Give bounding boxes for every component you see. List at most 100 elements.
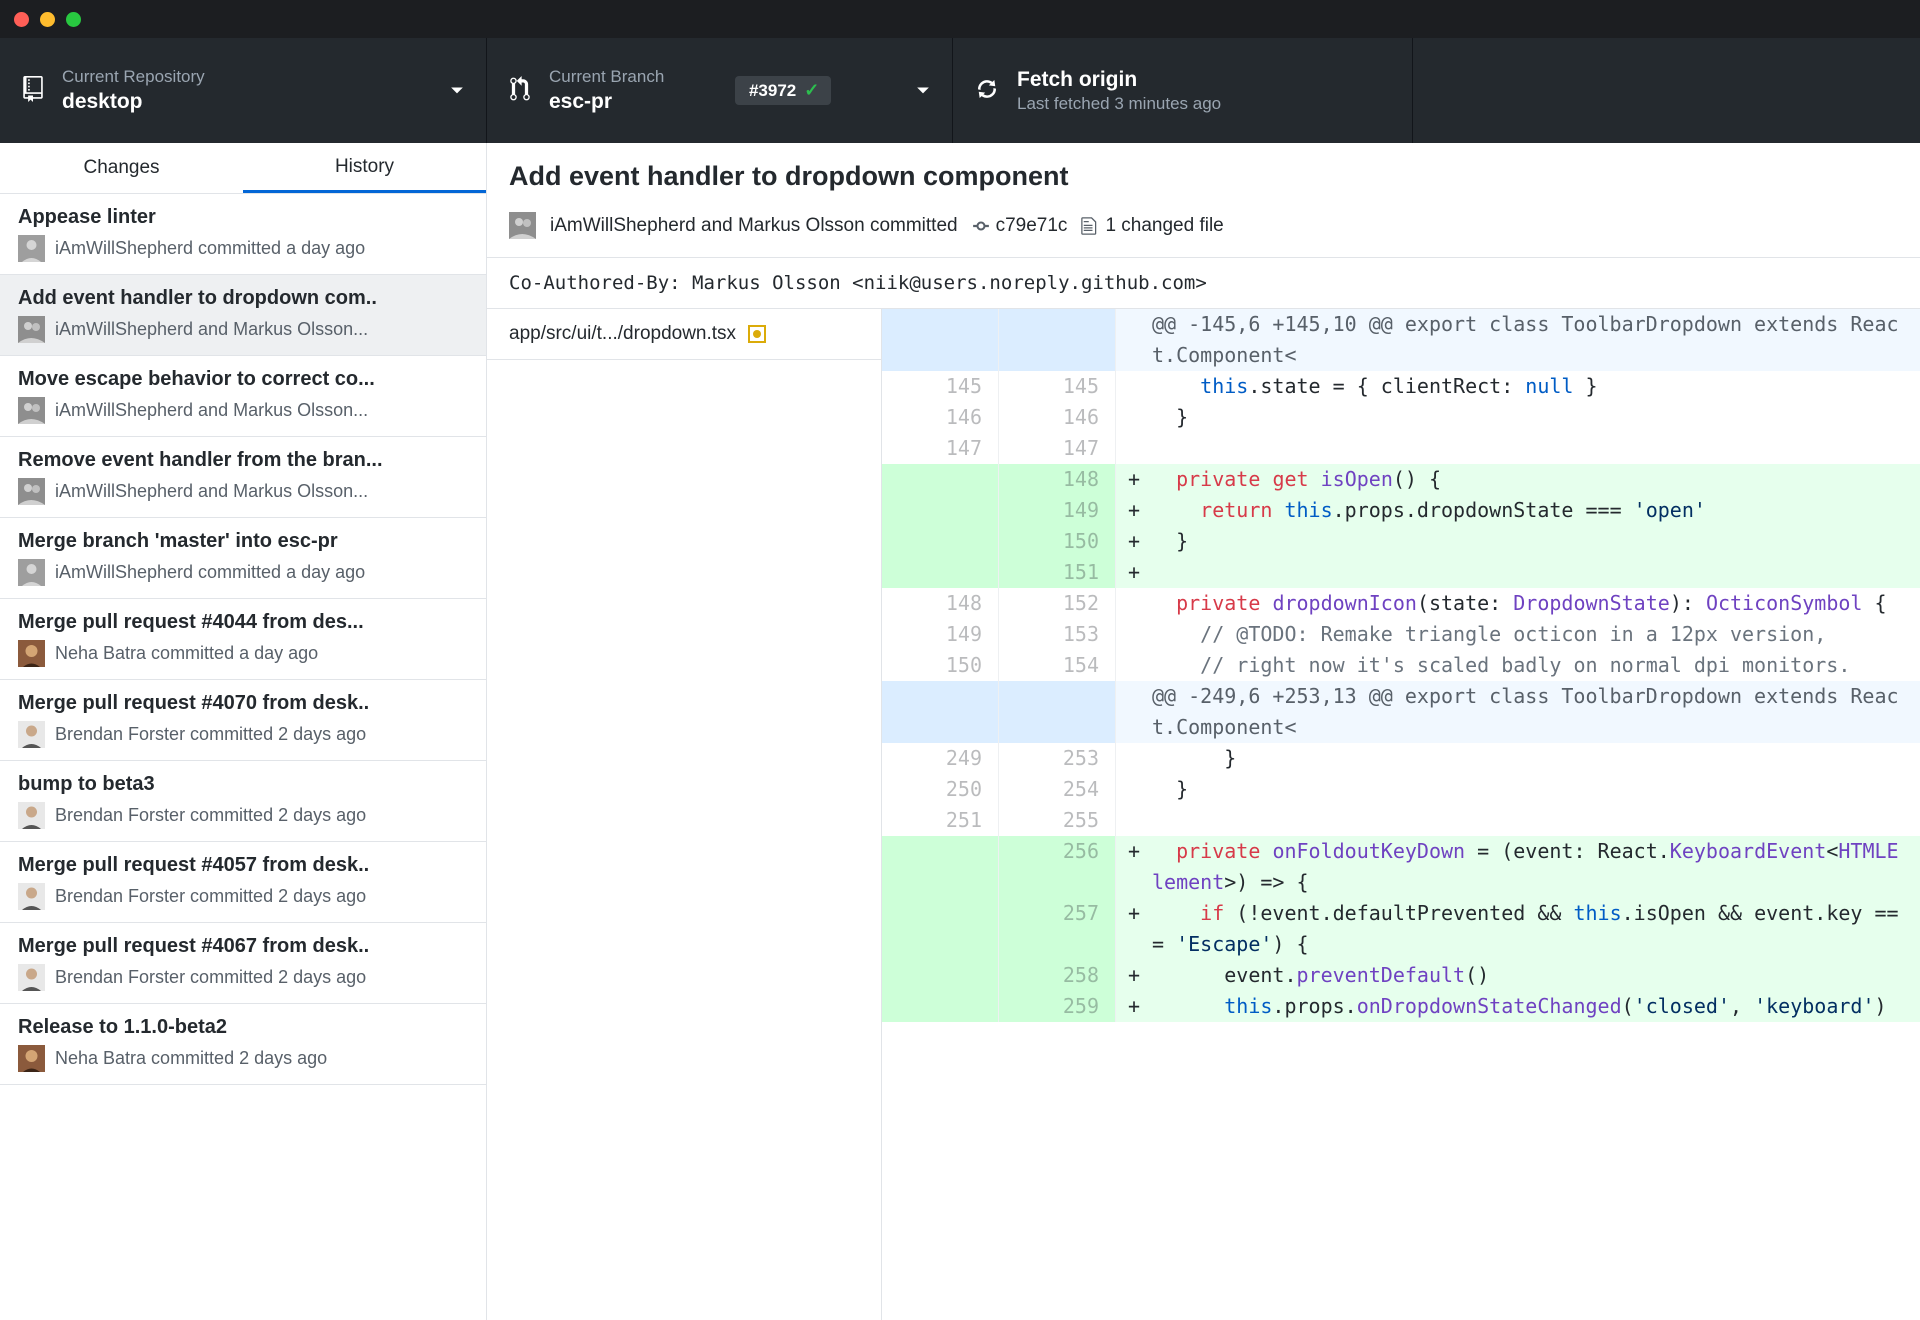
tab-history[interactable]: History (243, 143, 486, 193)
diff-sign (1116, 805, 1152, 836)
commit-item-title: Merge pull request #4067 from desk.. (18, 935, 468, 958)
commit-detail: Add event handler to dropdown component … (487, 143, 1920, 1320)
files-changed[interactable]: 1 changed file (1081, 215, 1223, 237)
repository-switcher[interactable]: Current Repository desktop (0, 38, 487, 143)
avatar (18, 640, 45, 667)
new-line-number: 149 (999, 495, 1116, 526)
diff-sign: + (1116, 991, 1152, 1022)
diff-code: // right now it's scaled badly on normal… (1152, 650, 1920, 681)
branch-switcher[interactable]: Current Branch esc-pr #3972 ✓ (487, 38, 953, 143)
diff-view[interactable]: @@ -145,6 +145,10 @@ export class Toolba… (882, 309, 1920, 1320)
diff-line: 149153 // @TODO: Remake triangle octicon… (882, 619, 1920, 650)
diff-sign: + (1116, 960, 1152, 991)
commit-item[interactable]: bump to beta3Brendan Forster committed 2… (0, 761, 486, 842)
commit-item-author: iAmWillShepherd committed a day ago (55, 238, 365, 259)
git-pull-request-icon (509, 76, 531, 105)
commit-item[interactable]: Add event handler to dropdown com..iAmWi… (0, 275, 486, 356)
commit-item[interactable]: Merge pull request #4070 from desk.. Bren… (0, 680, 486, 761)
diff-sign (1116, 743, 1152, 774)
diff-sign (1116, 588, 1152, 619)
diff-line: 151+ (882, 557, 1920, 588)
new-line-number: 150 (999, 526, 1116, 557)
fetch-subtitle: Last fetched 3 minutes ago (1017, 93, 1221, 115)
commit-item[interactable]: Merge pull request #4067 from desk.. Bren… (0, 923, 486, 1004)
toolbar: Current Repository desktop Current Branc… (0, 38, 1920, 143)
new-line-number: 153 (999, 619, 1116, 650)
diff-sign (1116, 650, 1152, 681)
commit-item-author: Neha Batra committed a day ago (55, 643, 318, 664)
old-line-number: 146 (882, 402, 999, 433)
diff-code: private onFoldoutKeyDown = (event: React… (1152, 836, 1920, 898)
diff-line: 148+ private get isOpen() { (882, 464, 1920, 495)
minimize-window-button[interactable] (40, 12, 55, 27)
old-line-number (882, 836, 999, 898)
old-line-number (882, 960, 999, 991)
chevron-down-icon (450, 83, 464, 99)
commit-item[interactable]: Remove event handler from the bran...iAm… (0, 437, 486, 518)
commit-item[interactable]: Merge pull request #4044 from des...Neha… (0, 599, 486, 680)
old-line-number (882, 681, 999, 743)
maximize-window-button[interactable] (66, 12, 81, 27)
pr-badge[interactable]: #3972 ✓ (735, 76, 831, 105)
new-line-number: 148 (999, 464, 1116, 495)
commit-item-author: Brendan Forster committed 2 days ago (55, 724, 366, 745)
diff-line: 256+ private onFoldoutKeyDown = (event: … (882, 836, 1920, 898)
avatar (509, 212, 536, 239)
sync-icon (975, 77, 999, 104)
commit-item-title: Merge branch 'master' into esc-pr (18, 530, 468, 553)
diff-line: @@ -145,6 +145,10 @@ export class Toolba… (882, 309, 1920, 371)
avatar (18, 316, 45, 343)
branch-label: Current Branch (549, 66, 664, 88)
commit-authors: iAmWillShepherd and Markus Olsson commit… (550, 215, 958, 237)
old-line-number (882, 526, 999, 557)
diff-sign: + (1116, 464, 1152, 495)
avatar (18, 883, 45, 910)
new-line-number (999, 681, 1116, 743)
diff-code: @@ -145,6 +145,10 @@ export class Toolba… (1152, 309, 1920, 371)
commit-item-author: Brendan Forster committed 2 days ago (55, 967, 366, 988)
diff-line: 251255 (882, 805, 1920, 836)
diff-sign: + (1116, 898, 1152, 960)
new-line-number: 151 (999, 557, 1116, 588)
diff-code (1152, 805, 1920, 836)
close-window-button[interactable] (14, 12, 29, 27)
new-line-number: 258 (999, 960, 1116, 991)
old-line-number: 249 (882, 743, 999, 774)
avatar (18, 964, 45, 991)
commit-item-title: Merge pull request #4070 from desk.. (18, 692, 468, 715)
diff-sign (1116, 433, 1152, 464)
new-line-number (999, 309, 1116, 371)
tab-changes[interactable]: Changes (0, 143, 243, 193)
new-line-number: 154 (999, 650, 1116, 681)
diff-line: 258+ event.preventDefault() (882, 960, 1920, 991)
old-line-number: 148 (882, 588, 999, 619)
diff-code: event.preventDefault() (1152, 960, 1920, 991)
old-line-number (882, 464, 999, 495)
new-line-number: 147 (999, 433, 1116, 464)
commit-item[interactable]: Release to 1.1.0-beta2Neha Batra committ… (0, 1004, 486, 1085)
new-line-number: 256 (999, 836, 1116, 898)
diff-sign (1116, 402, 1152, 433)
avatar (18, 397, 45, 424)
new-line-number: 146 (999, 402, 1116, 433)
diff-line: 148152 private dropdownIcon(state: Dropd… (882, 588, 1920, 619)
commit-item[interactable]: Merge pull request #4057 from desk..Bren… (0, 842, 486, 923)
commit-item[interactable]: Merge branch 'master' into esc-priAmWill… (0, 518, 486, 599)
new-line-number: 255 (999, 805, 1116, 836)
commit-item-title: Add event handler to dropdown com.. (18, 287, 468, 310)
diff-code: // @TODO: Remake triangle octicon in a 1… (1152, 619, 1920, 650)
old-line-number (882, 309, 999, 371)
diff-line: 147147 (882, 433, 1920, 464)
diff-line: 250254 } (882, 774, 1920, 805)
diff-sign: + (1116, 495, 1152, 526)
repo-icon (22, 76, 44, 105)
commit-item[interactable]: Move escape behavior to correct co...iAm… (0, 356, 486, 437)
commit-item[interactable]: Appease linteriAmWillShepherd committed … (0, 194, 486, 275)
new-line-number: 152 (999, 588, 1116, 619)
avatar (18, 559, 45, 586)
old-line-number: 149 (882, 619, 999, 650)
commit-item-author: Brendan Forster committed 2 days ago (55, 805, 366, 826)
fetch-button[interactable]: Fetch origin Last fetched 3 minutes ago (953, 38, 1413, 143)
diff-code: } (1152, 774, 1920, 805)
file-list-item[interactable]: app/src/ui/t.../dropdown.tsx (487, 309, 881, 360)
